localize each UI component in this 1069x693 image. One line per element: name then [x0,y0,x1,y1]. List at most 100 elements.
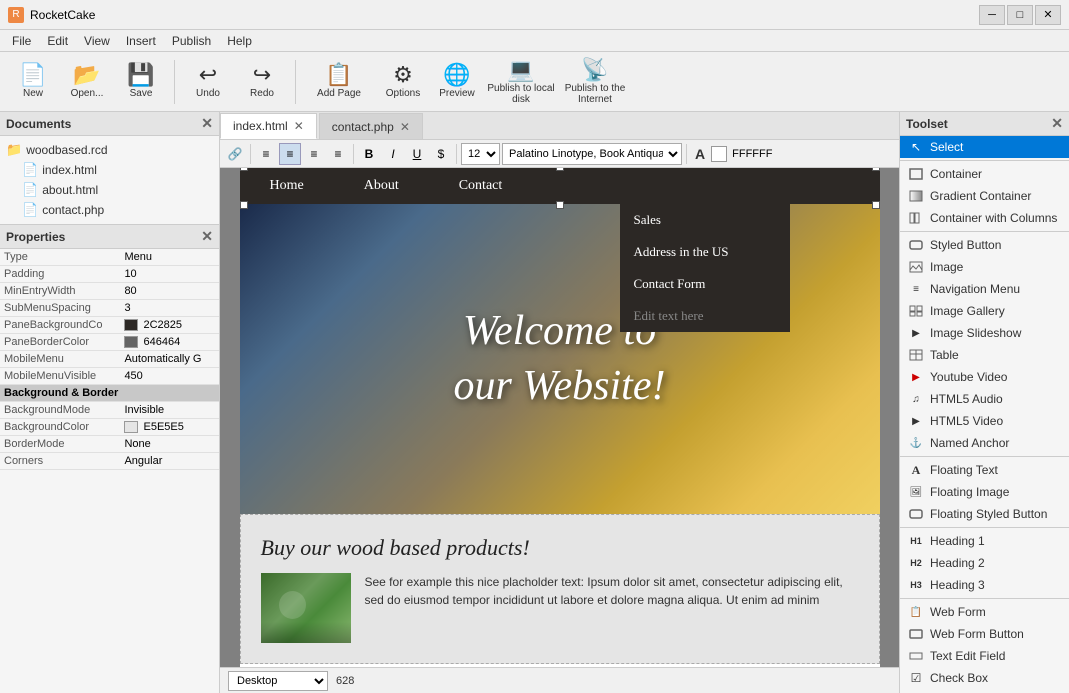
link-button[interactable]: 🔗 [224,143,246,165]
minimize-button[interactable]: ─ [979,5,1005,25]
tab-contact-label: contact.php [332,120,394,134]
close-button[interactable]: ✕ [1035,5,1061,25]
toolset-item-image-slideshow[interactable]: ▶ Image Slideshow [900,322,1069,344]
save-button[interactable]: 💾 Save [116,56,166,108]
toolset-item-floating-styled-button[interactable]: Floating Styled Button [900,503,1069,525]
canvas-area[interactable]: ✛ Home About Contact Sales Address in th… [220,168,899,667]
tab-index[interactable]: index.html ✕ [220,113,317,139]
web-form-icon: 📋 [908,604,924,620]
toolset-item-html5-video[interactable]: ▶ HTML5 Video [900,410,1069,432]
toolset-close-button[interactable]: ✕ [1051,115,1063,132]
publish-local-button[interactable]: 💻 Publish to local disk [486,56,556,108]
nav-item-about[interactable]: About [334,168,429,204]
toolset-item-heading1[interactable]: H1 Heading 1 [900,530,1069,552]
bold-button[interactable]: B [358,143,380,165]
html5-audio-icon: ♫ [908,391,924,407]
toolset-sep-3 [900,456,1069,457]
toolset-item-heading2[interactable]: H2 Heading 2 [900,552,1069,574]
menu-file[interactable]: File [4,32,39,50]
main-layout: Documents ✕ 📁 woodbased.rcd 📄 index.html… [0,112,1069,693]
doc-root[interactable]: 📁 woodbased.rcd [6,140,213,160]
toolset-item-floating-image[interactable]: 🖼 Floating Image [900,481,1069,503]
gradient-container-icon [908,188,924,204]
toolset-item-navigation-menu[interactable]: ≡ Navigation Menu [900,278,1069,300]
toolset-item-container[interactable]: Container [900,163,1069,185]
dollar-button[interactable]: $ [430,143,452,165]
dropdown-edittext[interactable]: Edit text here [620,300,790,332]
new-button[interactable]: 📄 New [8,56,58,108]
properties-close-button[interactable]: ✕ [201,228,213,245]
image-icon [908,259,924,275]
nav-item-home[interactable]: Home [240,168,334,204]
nav-item-contact[interactable]: Contact [429,168,533,204]
menu-publish[interactable]: Publish [164,32,219,50]
menu-insert[interactable]: Insert [118,32,164,50]
page-canvas: ✛ Home About Contact Sales Address in th… [240,168,880,667]
toolset-item-table[interactable]: Table [900,344,1069,366]
toolset-label-image-slideshow: Image Slideshow [930,326,1021,340]
prop-row-bgcolor: BackgroundColor E5E5E5 [0,419,219,436]
documents-close-button[interactable]: ✕ [201,115,213,132]
tab-contact-close[interactable]: ✕ [400,120,410,134]
maximize-button[interactable]: □ [1007,5,1033,25]
toolset-item-check-box[interactable]: ☑ Check Box [900,667,1069,689]
redo-button[interactable]: ↪ Redo [237,56,287,108]
prop-row-corners: Corners Angular [0,453,219,470]
toolset-item-radio-button[interactable]: ◉ Radio Button [900,689,1069,693]
toolset-item-web-form[interactable]: 📋 Web Form [900,601,1069,623]
prop-val-minentrywidth: 80 [120,283,219,300]
tab-contact[interactable]: contact.php ✕ [319,113,423,139]
undo-button[interactable]: ↩ Undo [183,56,233,108]
toolset-item-select[interactable]: ↖ Select [900,136,1069,158]
options-button[interactable]: ⚙ Options [378,56,428,108]
toolset-label-floating-styled-button: Floating Styled Button [930,507,1047,521]
doc-child-about[interactable]: 📄 about.html [22,180,213,200]
image-gallery-icon [908,303,924,319]
toolset-item-gradient-container[interactable]: Gradient Container [900,185,1069,207]
toolset-item-image-gallery[interactable]: Image Gallery [900,300,1069,322]
open-button[interactable]: 📂 Open... [62,56,112,108]
underline-button[interactable]: U [406,143,428,165]
toolset-item-text-edit-field[interactable]: Text Edit Field [900,645,1069,667]
title-bar-controls[interactable]: ─ □ ✕ [979,5,1061,25]
toolset-item-html5-audio[interactable]: ♫ HTML5 Audio [900,388,1069,410]
doc-tree: 📁 woodbased.rcd 📄 index.html 📄 about.htm… [0,136,219,224]
font-size-select[interactable]: 12 14 16 18 [461,143,500,165]
app-title: RocketCake [30,8,95,22]
italic-button[interactable]: I [382,143,404,165]
doc-child-contact[interactable]: 📄 contact.php [22,200,213,220]
toolset-item-floating-text[interactable]: A Floating Text [900,459,1069,481]
doc-child-index[interactable]: 📄 index.html [22,160,213,180]
dropdown-sales[interactable]: Sales [620,204,790,236]
publish-web-button[interactable]: 📡 Publish to the Internet [560,56,630,108]
toolset-item-heading3[interactable]: H3 Heading 3 [900,574,1069,596]
toolset-item-web-form-button[interactable]: Web Form Button [900,623,1069,645]
font-family-select[interactable]: Palatino Linotype, Book Antiqua3, Pal [502,143,682,165]
dropdown-address[interactable]: Address in the US [620,236,790,268]
menu-edit[interactable]: Edit [39,32,76,50]
toolset-sep-4 [900,527,1069,528]
toolset-item-container-columns[interactable]: Container with Columns [900,207,1069,229]
align-right-button[interactable]: ≡ [303,143,325,165]
view-mode-select[interactable]: Desktop Tablet Mobile [228,671,328,691]
toolset-item-image[interactable]: Image [900,256,1069,278]
prop-key-paneborder: PaneBorderColor [0,334,120,351]
align-justify-button[interactable]: ≡ [327,143,349,165]
addpage-button[interactable]: 📋 Add Page [304,56,374,108]
toolset-scroll[interactable]: ↖ Select Container Gradient Container [900,136,1069,693]
toolset-item-youtube-video[interactable]: ▶ Youtube Video [900,366,1069,388]
dropdown-contactform[interactable]: Contact Form [620,268,790,300]
toolbar-sep-1 [174,60,175,104]
toolset-item-styled-button[interactable]: Styled Button [900,234,1069,256]
text-color-box[interactable] [711,146,727,162]
tab-index-label: index.html [233,119,288,133]
doc-child-label-1: index.html [42,163,97,177]
menu-view[interactable]: View [76,32,118,50]
menu-help[interactable]: Help [219,32,260,50]
align-center-button[interactable]: ≡ [279,143,301,165]
app-icon: R [8,7,24,23]
toolset-item-named-anchor[interactable]: ⚓ Named Anchor [900,432,1069,454]
preview-button[interactable]: 🌐 Preview [432,56,482,108]
tab-index-close[interactable]: ✕ [294,119,304,133]
align-left-button[interactable]: ≡ [255,143,277,165]
